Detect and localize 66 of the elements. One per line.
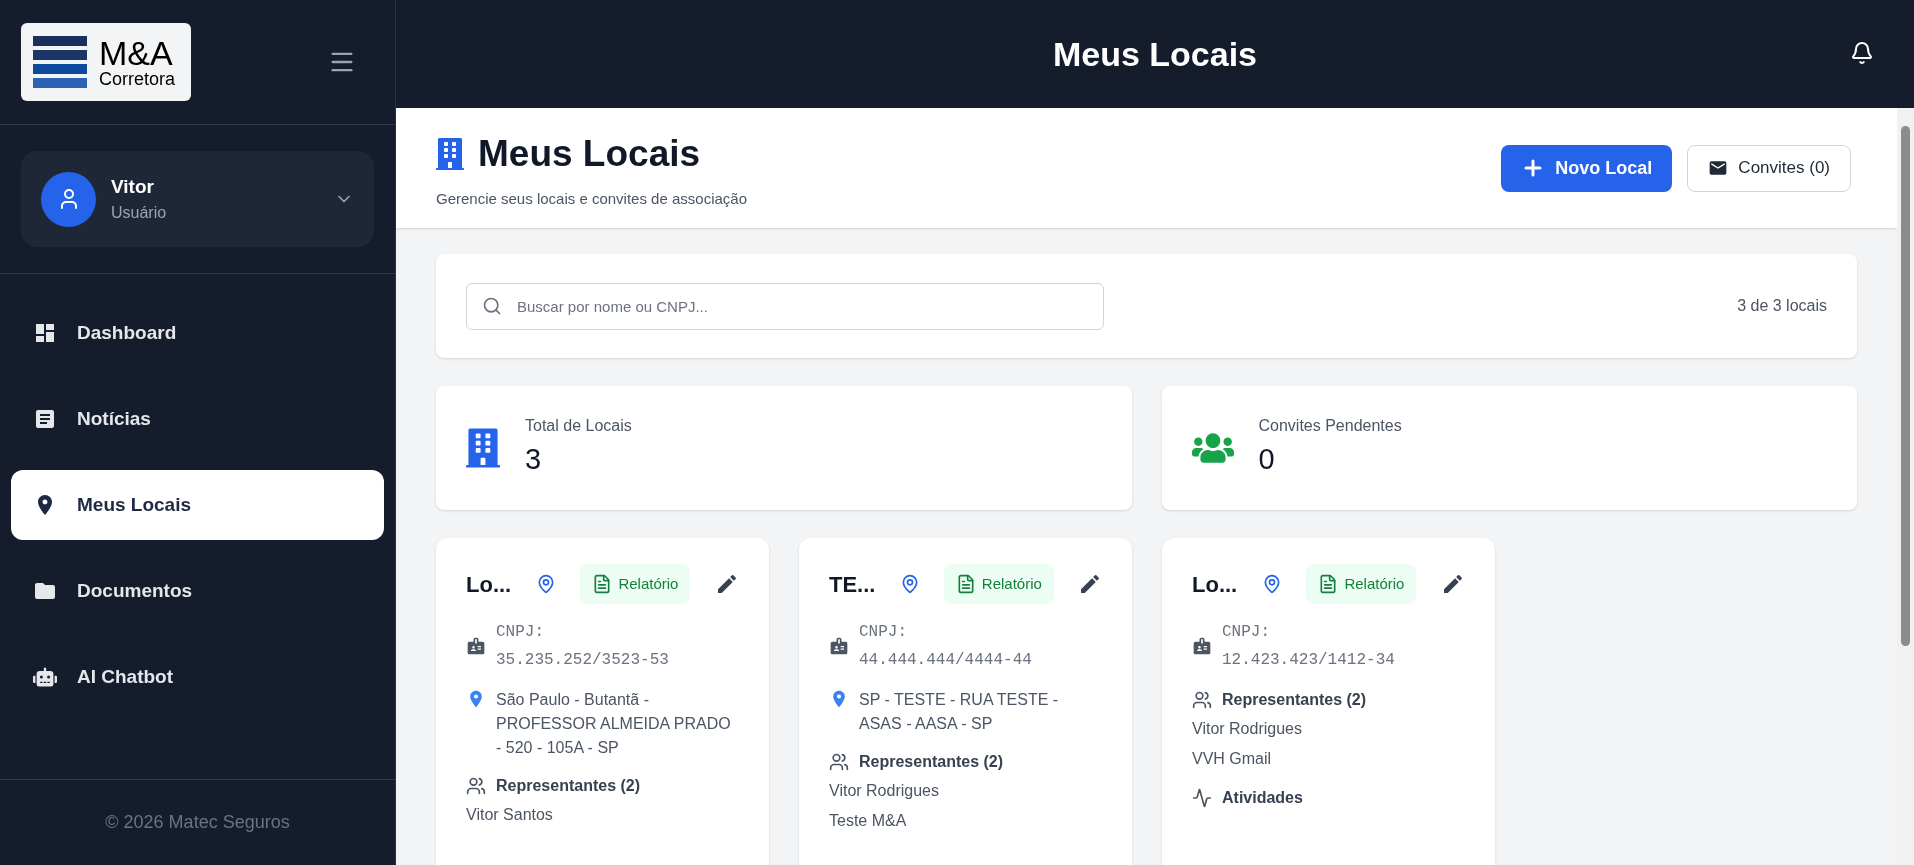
representative-name: Vitor Rodrigues [1192,719,1303,739]
document-icon [592,574,613,594]
sidebar-item[interactable]: Documentos [11,556,384,626]
address-text: São Paulo - Butantã - PROFESSOR ALMEIDA PRADO - 520 - 105A - SP [496,690,732,758]
search-icon [482,295,502,316]
id-card-icon [1192,636,1212,656]
invites-button[interactable]: Convites (0) [1687,144,1851,192]
section-heading: Representantes (2) [496,776,641,796]
report-button[interactable]: Relatório [1306,564,1417,604]
search-field[interactable]: Buscar por nome ou CNPJ... [466,282,1104,330]
top-bar-title: Meus Locais [1052,33,1258,75]
user-role: Usuário [111,203,168,224]
sidebar-item[interactable]: Dashboard [11,298,384,368]
people-icon [466,776,486,796]
sidebar-item[interactable]: Meus Locais [11,470,384,540]
new-location-button[interactable]: Novo Local [1501,144,1673,192]
id-card-icon [466,636,486,656]
results-count: 3 de 3 locais [1737,296,1827,316]
page-title: Meus Locais [478,132,701,176]
edit-icon[interactable] [1441,572,1465,596]
id-card-icon [829,636,849,656]
people-icon [1191,431,1234,465]
user-card[interactable]: Vitor Usuário [21,151,374,247]
page-subtitle: Gerencie seus locais e convites de associação [436,188,747,209]
section-heading: Representantes (2) [859,752,1004,772]
building-icon [466,426,500,470]
logo-subtitle: Corretora [99,70,176,88]
building-icon [436,135,464,172]
stat-label: Total de Locais [525,416,632,437]
representative-name: Teste M&A [829,811,908,831]
stat-label: Convites Pendentes [1258,416,1402,437]
robot-icon [33,665,57,689]
cnpj-text: CNPJ: 44.444.444/4444-44 [859,622,1033,671]
representative-name: VVH Gmail [1192,749,1273,769]
edit-icon[interactable] [1078,572,1102,596]
location-title: Lo... [466,570,512,599]
section-heading: Atividades [1222,788,1303,808]
location-title: Lo... [1192,570,1238,599]
report-button[interactable]: Relatório [580,564,691,604]
location-title: TE... [829,570,876,599]
address-text: SP - TESTE - RUA TESTE - ASAS - AASA - SP [859,690,1060,734]
representative-name: Vitor Santos [466,805,554,825]
stripes-logo-icon [33,36,87,88]
stat-value: 3 [525,442,543,478]
logo-title: M&A [99,36,174,70]
cnpj-text: CNPJ: 35.235.252/3523-53 [496,622,670,671]
stat-value: 0 [1258,442,1276,478]
dashboard-icon [33,321,57,345]
report-button[interactable]: Relatório [943,564,1054,604]
notification-bell-icon[interactable] [1850,41,1874,65]
people-icon [829,752,849,772]
sidebar-item[interactable]: AI Chatbot [11,642,384,712]
user-name: Vitor [111,174,155,199]
copyright-text: © 2026 Matec Seguros [105,811,290,834]
scrollbar-thumb[interactable] [1901,126,1910,646]
document-icon [33,407,57,431]
activity-icon [1192,788,1212,808]
representative-name: Vitor Rodrigues [829,781,940,801]
section-heading: Representantes (2) [1222,690,1367,710]
sidebar-item[interactable]: Notícias [11,384,384,454]
scrollbar[interactable] [1897,108,1914,865]
envelope-icon [1708,158,1729,178]
cnpj-text: CNPJ: 12.423.423/1412-34 [1222,622,1396,671]
people-icon [1192,690,1212,710]
document-icon [1318,574,1339,594]
edit-icon[interactable] [715,572,739,596]
